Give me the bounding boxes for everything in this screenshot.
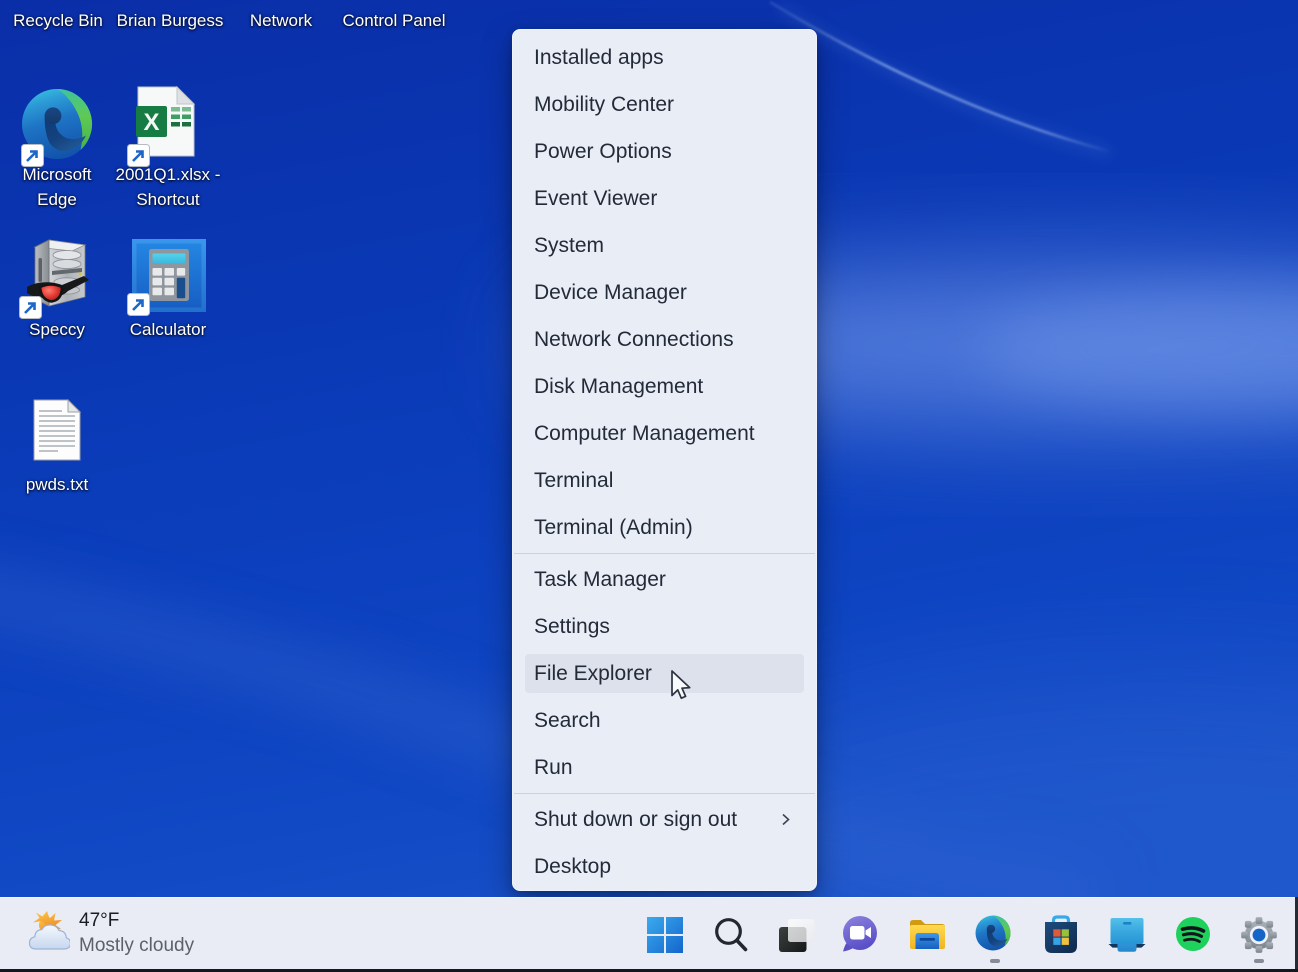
svg-text:X: X <box>143 109 159 136</box>
